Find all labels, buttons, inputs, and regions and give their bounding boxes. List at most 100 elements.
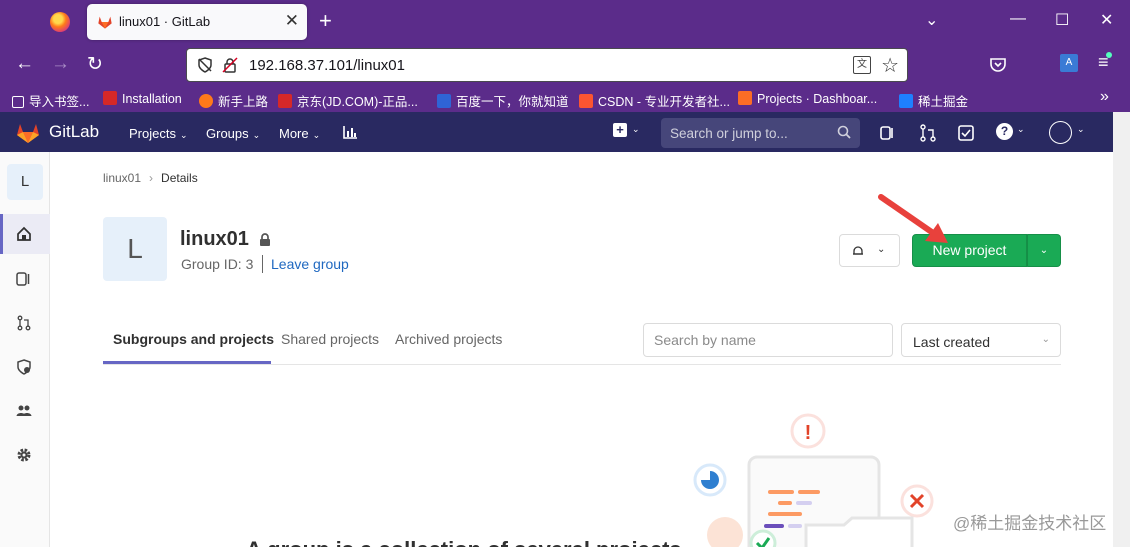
- home-icon: [17, 226, 31, 241]
- more-menu[interactable]: More ⌄: [279, 126, 320, 141]
- search-icon: [837, 125, 851, 139]
- bookmark-label: 稀土掘金: [918, 95, 969, 109]
- insecure-lock-icon[interactable]: [222, 57, 238, 73]
- zotero-icon: [103, 91, 117, 105]
- close-tab-icon[interactable]: ✕: [285, 11, 299, 31]
- chevron-down-icon: ⌄: [312, 130, 321, 140]
- activity-chart-icon[interactable]: [343, 125, 358, 139]
- sidebar-item-merge-requests[interactable]: [0, 303, 50, 343]
- private-lock-icon: [260, 233, 270, 246]
- bookmark-label: Projects · Dashboar...: [757, 92, 878, 106]
- chevron-down-icon[interactable]: ⌄: [1077, 124, 1085, 135]
- active-tab-indicator: [103, 361, 271, 364]
- group-name: linux01: [180, 228, 249, 250]
- bookmark-csdn[interactable]: CSDN - 专业开发者社...: [579, 91, 730, 110]
- chevron-down-icon: ⌄: [1039, 245, 1049, 256]
- baidu-icon: [437, 94, 451, 108]
- url-bar[interactable]: 192.168.37.101/linux01 文 ☆: [186, 48, 908, 82]
- gitlab-logo-icon[interactable]: [16, 122, 40, 144]
- pocket-icon[interactable]: [989, 56, 1007, 74]
- issues-icon: [16, 272, 30, 286]
- scrollbar[interactable]: [1113, 112, 1130, 547]
- projects-menu[interactable]: Projects ⌄: [129, 126, 188, 141]
- csdn-icon: [579, 94, 593, 108]
- tab-archived-projects[interactable]: Archived projects: [395, 331, 502, 347]
- import-bookmarks-icon: [12, 96, 24, 108]
- breadcrumb-parent[interactable]: linux01: [103, 171, 141, 185]
- search-by-name-input[interactable]: [644, 324, 892, 356]
- tab-subgroups-and-projects[interactable]: Subgroups and projects: [113, 331, 274, 347]
- sidebar-item-security[interactable]: [0, 347, 50, 387]
- browser-tabstrip: linux01 · GitLab ✕ + ⌄ — ☐ ✕: [0, 0, 1130, 44]
- forward-icon[interactable]: →: [51, 53, 70, 75]
- merge-requests-icon[interactable]: [919, 124, 937, 142]
- sidebar-item-group-overview[interactable]: [0, 214, 50, 254]
- bell-icon: [853, 246, 863, 255]
- new-project-dropdown-toggle[interactable]: ⌄: [1027, 234, 1061, 267]
- new-tab-icon[interactable]: +: [319, 8, 332, 34]
- issues-icon[interactable]: [879, 124, 897, 142]
- gitlab-search-input[interactable]: Search or jump to...: [661, 118, 860, 148]
- translate-icon[interactable]: 文: [853, 56, 871, 74]
- menu-label: More: [279, 126, 309, 141]
- bookmark-jd[interactable]: 京东(JD.COM)-正品...: [278, 91, 418, 110]
- watermark: @稀土掘金技术社区: [953, 514, 1107, 533]
- translate-extension-icon[interactable]: A: [1060, 54, 1078, 72]
- bookmark-star-icon[interactable]: ☆: [881, 53, 899, 78]
- divider: [262, 255, 263, 273]
- help-icon[interactable]: ?: [996, 123, 1013, 140]
- chevron-down-icon[interactable]: ⌄: [632, 124, 640, 135]
- bookmark-installation[interactable]: Installation: [103, 91, 182, 106]
- juejin-icon: [899, 94, 913, 108]
- sort-value: Last created: [913, 334, 991, 350]
- bookmarks-bar: 导入书签... Installation 新手上路 京东(JD.COM)-正品.…: [0, 86, 1130, 112]
- minimize-icon[interactable]: —: [1010, 10, 1026, 28]
- gitlab-favicon-icon: [98, 16, 112, 29]
- sidebar-item-issues[interactable]: [0, 259, 50, 299]
- groups-menu[interactable]: Groups ⌄: [206, 126, 260, 141]
- settings-gear-icon: [17, 448, 31, 462]
- reload-icon[interactable]: ↻: [87, 53, 103, 76]
- user-avatar[interactable]: [1049, 121, 1072, 144]
- breadcrumb-current[interactable]: Details: [161, 171, 198, 185]
- todos-icon[interactable]: [957, 124, 975, 142]
- group-avatar: L: [103, 217, 167, 281]
- sidebar-group-avatar[interactable]: L: [7, 164, 43, 200]
- chevron-down-icon: ⌄: [179, 130, 188, 140]
- bookmark-juejin[interactable]: 稀土掘金: [899, 91, 968, 110]
- firefox-icon[interactable]: [50, 12, 70, 32]
- bookmark-label: 百度一下，你就知道: [456, 95, 569, 109]
- chevron-down-icon: ⌄: [1041, 334, 1050, 345]
- svg-text:!: !: [805, 422, 812, 444]
- leave-group-link[interactable]: Leave group: [271, 256, 349, 272]
- menu-label: Projects: [129, 126, 176, 141]
- bookmarks-overflow-icon[interactable]: »: [1100, 88, 1109, 106]
- annotation-arrow: [878, 194, 948, 243]
- bookmark-newbie[interactable]: 新手上路: [199, 91, 268, 110]
- filter-search[interactable]: [643, 323, 893, 357]
- sidebar-item-settings[interactable]: [0, 435, 50, 475]
- bookmark-import[interactable]: 导入书签...: [12, 91, 89, 110]
- tab-list-chevron-icon[interactable]: ⌄: [925, 10, 938, 30]
- gitlab-header: GitLab Projects ⌄ Groups ⌄ More ⌄ + ⌄ Searc…: [0, 112, 1113, 152]
- shield-icon: [17, 359, 31, 375]
- breadcrumb-chevron-icon: ›: [149, 171, 154, 185]
- bookmark-label: Installation: [122, 92, 182, 106]
- firefox-bookmark-icon: [199, 94, 213, 108]
- plus-icon[interactable]: +: [613, 123, 627, 137]
- back-icon[interactable]: ←: [15, 53, 34, 75]
- bookmark-baidu[interactable]: 百度一下，你就知道: [437, 91, 569, 110]
- bookmark-label: 导入书签...: [29, 95, 90, 109]
- sort-select[interactable]: Last created ⌄: [901, 323, 1061, 357]
- bookmark-projects[interactable]: Projects · Dashboar...: [738, 91, 877, 106]
- maximize-icon[interactable]: ☐: [1055, 10, 1069, 30]
- tracking-protection-icon[interactable]: [197, 57, 213, 73]
- sidebar-item-members[interactable]: [0, 391, 50, 431]
- bookmark-label: 新手上路: [218, 95, 269, 109]
- browser-tab[interactable]: linux01 · GitLab ✕: [87, 4, 307, 40]
- tab-shared-projects[interactable]: Shared projects: [281, 331, 379, 347]
- url-text[interactable]: 192.168.37.101/linux01: [249, 57, 405, 74]
- window-close-icon[interactable]: ✕: [1100, 10, 1113, 30]
- gitlab-brand[interactable]: GitLab: [49, 122, 99, 142]
- chevron-down-icon[interactable]: ⌄: [1017, 124, 1025, 135]
